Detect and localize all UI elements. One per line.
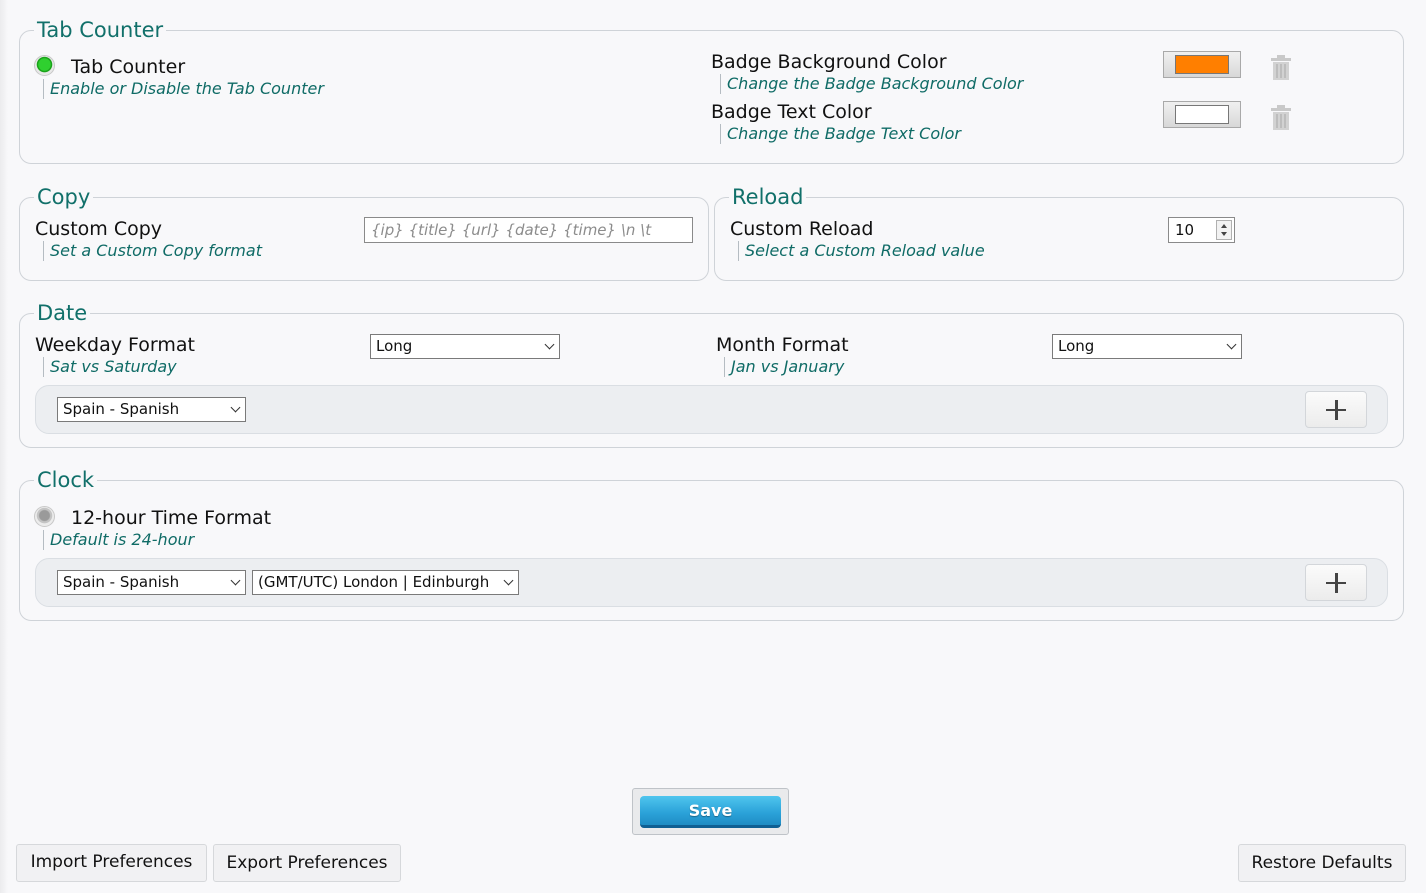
tab-counter-toggle[interactable] (34, 55, 55, 76)
export-preferences-button[interactable]: Export Preferences (213, 844, 401, 882)
custom-reload-stepper[interactable]: 10 (1168, 217, 1235, 243)
tab-counter-toggle-desc: Enable or Disable the Tab Counter (43, 79, 324, 99)
time-format-label: 12-hour Time Format (71, 507, 272, 529)
add-clock-button[interactable] (1305, 564, 1367, 601)
clock-legend: Clock (34, 467, 98, 493)
month-format-value: Long (1058, 337, 1095, 355)
chevron-down-icon (503, 575, 514, 586)
badge-bg-label: Badge Background Color (711, 51, 947, 73)
copy-section: Copy Custom Copy Set a Custom Copy forma… (19, 184, 709, 281)
custom-reload-value: 10 (1175, 221, 1195, 239)
trash-icon[interactable] (1270, 105, 1292, 131)
clock-locale-value: Spain - Spanish (63, 573, 180, 591)
chevron-down-icon (544, 339, 555, 350)
custom-copy-desc: Set a Custom Copy format (43, 241, 262, 261)
custom-copy-label: Custom Copy (35, 218, 163, 240)
badge-text-color-picker[interactable] (1163, 101, 1241, 128)
clock-locale-select[interactable]: Spain - Spanish (57, 570, 246, 595)
save-button[interactable]: Save (640, 796, 781, 828)
date-locale-row: Spain - Spanish (35, 385, 1388, 434)
clock-section: Clock 12-hour Time Format Default is 24-… (19, 467, 1404, 621)
chevron-down-icon (230, 402, 241, 413)
preferences-page: Tab Counter Tab Counter Enable or Disabl… (0, 0, 1426, 893)
badge-text-desc: Change the Badge Text Color (720, 124, 961, 144)
badge-text-color-fill (1175, 105, 1229, 124)
copy-legend: Copy (34, 184, 94, 210)
clock-locale-row: Spain - Spanish (GMT/UTC) London | Edinb… (35, 558, 1388, 607)
weekday-format-label: Weekday Format (35, 334, 195, 356)
timezone-select[interactable]: (GMT/UTC) London | Edinburgh (252, 570, 519, 595)
badge-text-label: Badge Text Color (711, 101, 872, 123)
chevron-down-icon (230, 575, 241, 586)
plus-icon (1326, 572, 1346, 593)
custom-reload-desc: Select a Custom Reload value (738, 241, 985, 261)
month-format-label: Month Format (716, 334, 849, 356)
date-locale-select[interactable]: Spain - Spanish (57, 397, 246, 422)
spinner-arrows-icon[interactable] (1216, 220, 1232, 240)
weekday-format-select[interactable]: Long (370, 334, 560, 359)
add-date-locale-button[interactable] (1305, 391, 1367, 428)
timezone-value: (GMT/UTC) London | Edinburgh (258, 573, 490, 591)
chevron-down-icon (1226, 339, 1237, 350)
time-format-desc: Default is 24-hour (43, 530, 194, 550)
badge-bg-color-picker[interactable] (1163, 51, 1241, 78)
badge-bg-desc: Change the Badge Background Color (720, 74, 1023, 94)
reload-section: Reload Custom Reload Select a Custom Rel… (714, 184, 1404, 281)
import-preferences-button[interactable]: Import Preferences (16, 844, 207, 882)
custom-reload-label: Custom Reload (730, 218, 874, 240)
badge-bg-color-fill (1175, 55, 1229, 74)
restore-defaults-button[interactable]: Restore Defaults (1238, 844, 1406, 882)
custom-copy-input[interactable] (364, 217, 693, 243)
date-legend: Date (34, 300, 91, 326)
save-button-frame: Save (632, 788, 789, 835)
tab-counter-toggle-label: Tab Counter (71, 56, 186, 78)
date-locale-value: Spain - Spanish (63, 400, 180, 418)
reload-legend: Reload (729, 184, 807, 210)
tab-counter-legend: Tab Counter (34, 17, 167, 43)
weekday-format-value: Long (376, 337, 413, 355)
month-format-select[interactable]: Long (1052, 334, 1242, 359)
plus-icon (1326, 399, 1346, 420)
date-section: Date Weekday Format Sat vs Saturday Long… (19, 300, 1404, 448)
time-format-toggle[interactable] (34, 506, 55, 527)
tab-counter-section: Tab Counter Tab Counter Enable or Disabl… (19, 17, 1404, 164)
weekday-format-desc: Sat vs Saturday (43, 357, 177, 377)
month-format-desc: Jan vs January (724, 357, 844, 377)
trash-icon[interactable] (1270, 55, 1292, 81)
